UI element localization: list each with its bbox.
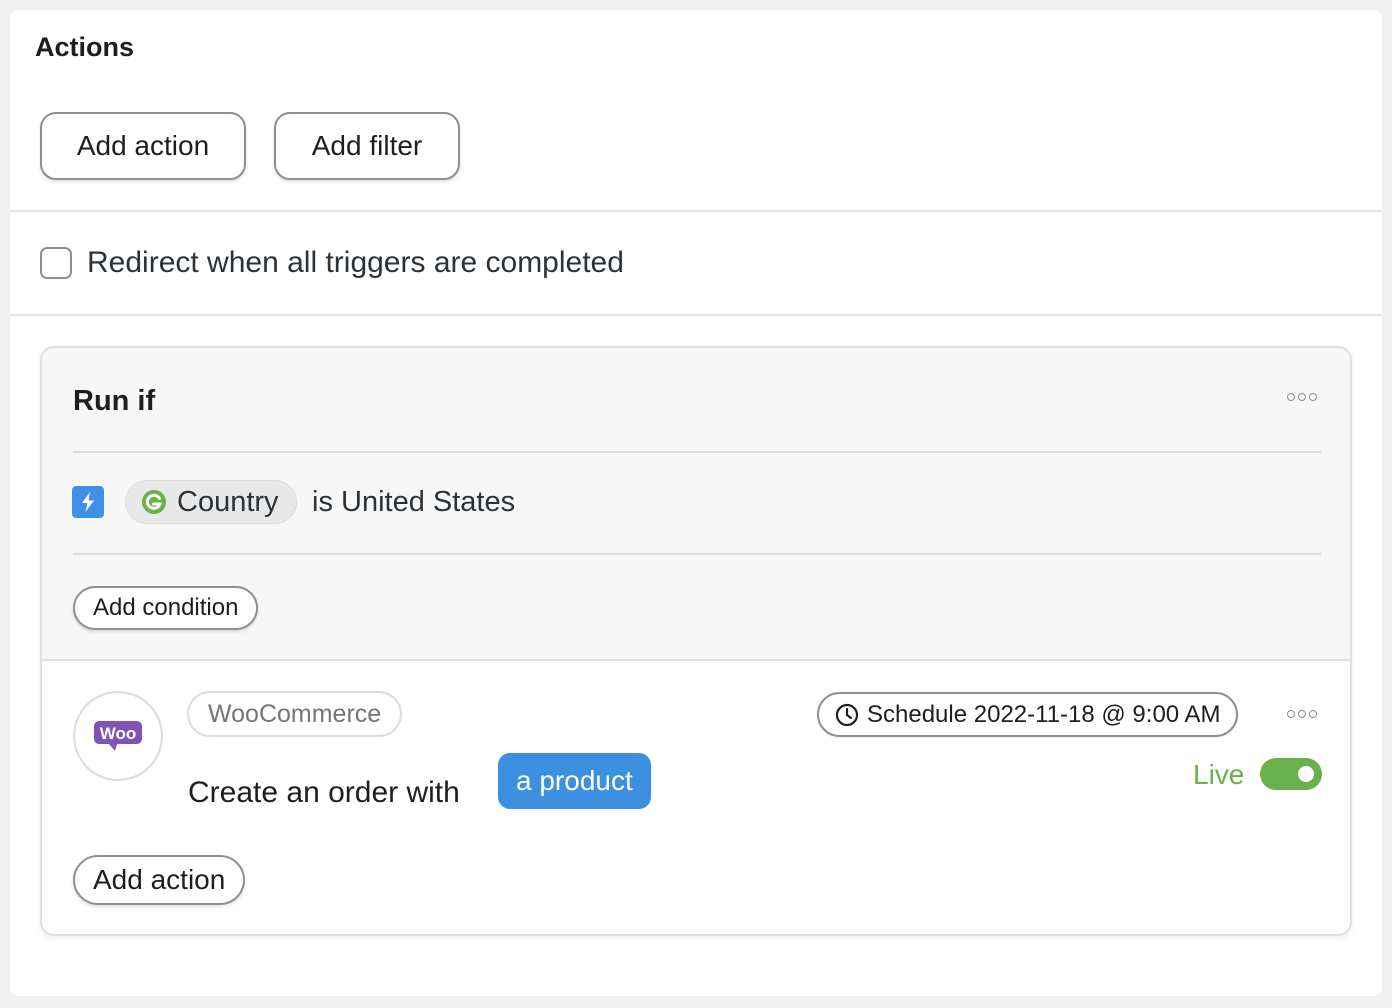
schedule-button[interactable]: Schedule 2022-11-18 @ 9:00 AM [817,692,1239,737]
woo-logo-text: Woo [100,724,137,743]
condition-field-pill[interactable]: Country [125,480,297,524]
panel-title: Actions [35,32,135,62]
run-if-divider [73,553,1321,555]
live-toggle[interactable] [1260,758,1322,790]
run-if-section: Run if Country is United States Add cond… [42,348,1350,661]
redirect-checkbox-label[interactable]: Redirect when all triggers are completed [87,246,624,280]
action-card: Run if Country is United States Add cond… [40,346,1352,936]
lightning-bolt-icon [72,486,104,518]
section-divider [10,314,1382,316]
condition-field-label: Country [177,485,279,518]
add-filter-button[interactable]: Add filter [274,112,460,180]
run-if-more-options-icon[interactable] [1287,393,1317,401]
schedule-label: Schedule 2022-11-18 @ 9:00 AM [867,700,1221,728]
redirect-checkbox[interactable] [40,247,72,279]
action-description: Create an order with [188,776,460,809]
add-action-button[interactable]: Add action [40,112,246,180]
add-condition-button[interactable]: Add condition [73,586,259,630]
run-if-divider [73,451,1321,453]
gravity-forms-icon [141,489,167,515]
toggle-knob [1298,766,1314,782]
section-divider [10,210,1382,212]
app-name-pill[interactable]: WooCommerce [187,691,403,737]
add-action-button[interactable]: Add action [73,855,246,905]
action-more-options-icon[interactable] [1287,710,1317,718]
run-if-title: Run if [73,385,156,417]
live-status-label: Live [1193,759,1245,790]
clock-icon [835,703,859,727]
woocommerce-logo-icon: Woo [73,691,163,781]
product-token[interactable]: a product [498,753,651,809]
actions-panel: Actions Add action Add filter Redirect w… [10,10,1382,996]
condition-operator-value: is United States [312,486,516,518]
